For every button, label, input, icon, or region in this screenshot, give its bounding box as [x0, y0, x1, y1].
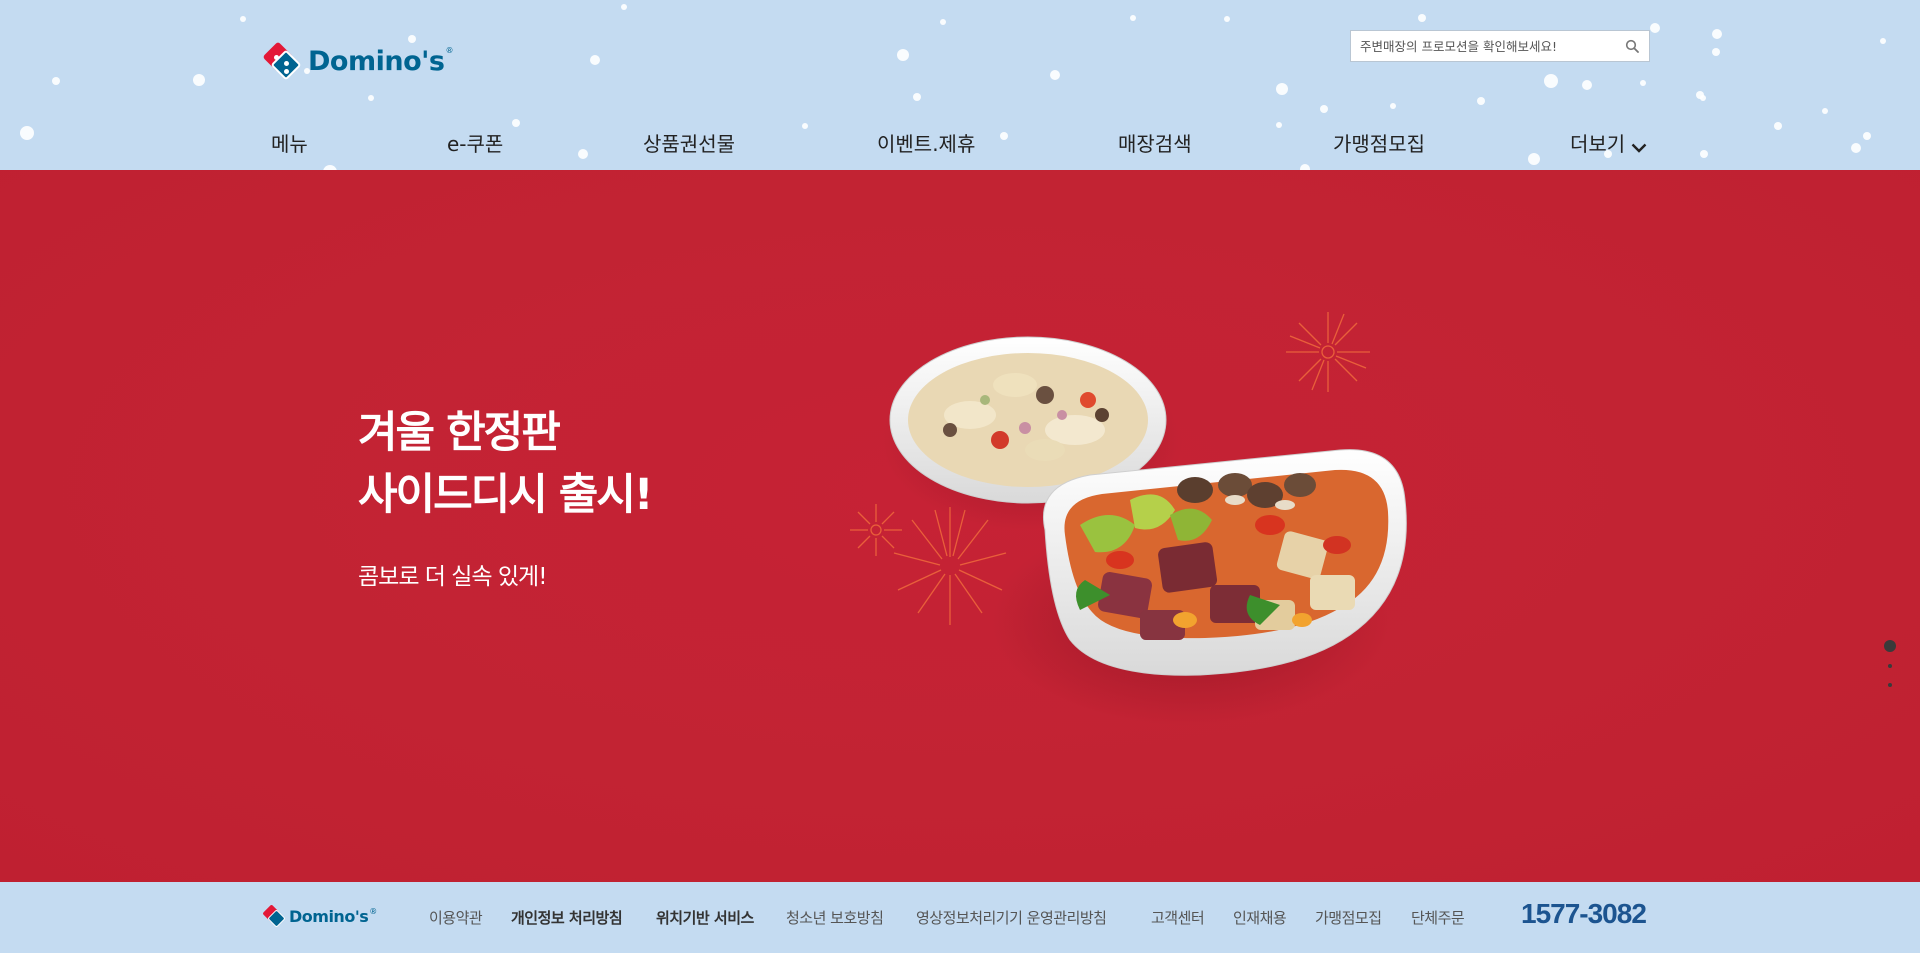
domino-tile-icon: [262, 41, 302, 81]
nav-item-menu[interactable]: 메뉴: [271, 128, 308, 157]
nav-item-ecoupon[interactable]: e-쿠폰: [447, 128, 503, 157]
footer-link-franchise[interactable]: 가맹점모집: [1315, 907, 1382, 928]
footer-link-terms[interactable]: 이용약관: [429, 907, 483, 928]
slider-dot-1[interactable]: [1884, 640, 1896, 652]
snowflake: [621, 4, 627, 10]
footer-link-group-order[interactable]: 단체주문: [1411, 907, 1465, 928]
footer-link-youth[interactable]: 청소년 보호방침: [786, 907, 884, 928]
main-nav: 메뉴 e-쿠폰 상품권선물 이벤트.제휴 매장검색 가맹점모집 더보기: [0, 128, 1920, 160]
footer-logo-wordmark: Domino's®: [289, 906, 377, 926]
hero-banner[interactable]: 겨울 한정판 사이드디시 출시! 콤보로 더 실속 있게!: [0, 170, 1920, 882]
snowflake: [1276, 83, 1288, 95]
dominos-logo[interactable]: Domino's®: [262, 40, 453, 82]
footer-link-careers[interactable]: 인재채용: [1233, 907, 1287, 928]
store-search-box: [1350, 30, 1650, 62]
logo-wordmark: Domino's®: [308, 45, 453, 77]
hero-title: 겨울 한정판 사이드디시 출시!: [358, 402, 654, 526]
nav-item-more[interactable]: 더보기: [1570, 128, 1647, 158]
search-icon[interactable]: [1615, 31, 1649, 61]
snowflake: [1224, 16, 1230, 22]
snowflake: [1418, 14, 1426, 22]
snowflake: [1390, 103, 1396, 109]
slider-pagination: [1880, 640, 1900, 710]
side-dish-image: [850, 312, 1407, 725]
phone-number: 1577-3082: [1521, 898, 1647, 929]
nav-item-store-search[interactable]: 매장검색: [1118, 128, 1192, 157]
footer-link-location[interactable]: 위치기반 서비스: [656, 907, 754, 928]
snowflake: [1650, 23, 1660, 33]
slider-dot-2[interactable]: [1888, 664, 1892, 668]
hero-title-line2: 사이드디시 출시!: [358, 470, 654, 520]
snowflake: [1320, 105, 1328, 113]
footer-link-support[interactable]: 고객센터: [1151, 907, 1205, 928]
snowflake: [1544, 74, 1558, 88]
nav-item-gift-card[interactable]: 상품권선물: [643, 128, 735, 157]
snowflake: [1712, 48, 1720, 56]
snowflake: [590, 55, 600, 65]
snowflake: [1640, 80, 1646, 86]
snowflake: [1880, 38, 1886, 44]
footer-link-privacy[interactable]: 개인정보 처리방침: [511, 907, 623, 928]
snowflake: [368, 95, 374, 101]
site-footer: Domino's® 이용약관 개인정보 처리방침 위치기반 서비스 청소년 보호…: [0, 882, 1920, 953]
slider-dot-3[interactable]: [1888, 683, 1892, 687]
hero-subtitle: 콤보로 더 실속 있게!: [358, 564, 547, 590]
snowflake: [240, 16, 246, 22]
footer-link-cctv[interactable]: 영상정보처리기기 운영관리방침: [916, 907, 1107, 928]
snowflake: [1477, 97, 1485, 105]
firework-right: [1286, 312, 1370, 392]
domino-tile-icon: [262, 904, 286, 928]
hero-title-line1: 겨울 한정판: [358, 408, 561, 458]
site-header: Domino's® 메뉴 e-쿠폰 상품권선물 이벤트.제휴 매장검색 가맹점모…: [0, 0, 1920, 170]
snowflake: [193, 74, 205, 86]
snowflake: [512, 119, 520, 127]
footer-logo[interactable]: Domino's®: [262, 904, 377, 928]
snowflake: [897, 49, 909, 61]
store-search-input[interactable]: [1351, 31, 1615, 61]
nav-item-events[interactable]: 이벤트.제휴: [877, 128, 975, 157]
snowflake: [1130, 15, 1136, 21]
chevron-down-icon: [1631, 134, 1647, 158]
nav-more-label: 더보기: [1570, 132, 1626, 156]
snowflake: [1822, 108, 1828, 114]
snowflake: [1712, 29, 1722, 39]
snowflake: [52, 77, 60, 85]
snowflake: [1696, 91, 1704, 99]
nav-item-franchise[interactable]: 가맹점모집: [1333, 128, 1425, 157]
snowflake: [913, 93, 921, 101]
snowflake: [1050, 70, 1060, 80]
snowflake: [940, 19, 946, 25]
snowflake: [1582, 80, 1592, 90]
